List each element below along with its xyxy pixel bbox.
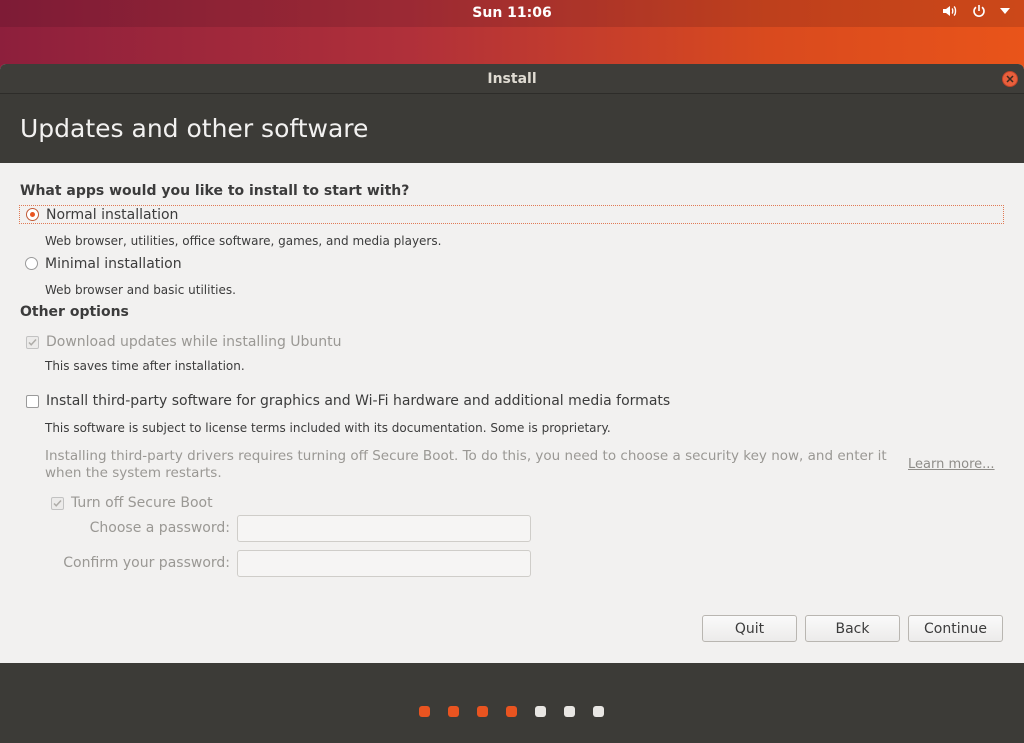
download-updates-checkbox[interactable]: Download updates while installing Ubuntu bbox=[26, 334, 342, 350]
installer-window: Install Updates and other software What … bbox=[0, 64, 1024, 743]
progress-dot bbox=[448, 706, 459, 717]
password-label: Choose a password: bbox=[89, 520, 230, 536]
system-tray[interactable] bbox=[942, 4, 1010, 18]
normal-installation-label: Normal installation bbox=[46, 206, 179, 223]
confirm-password-input[interactable] bbox=[237, 550, 531, 577]
back-button[interactable]: Back bbox=[805, 615, 900, 642]
window-titlebar[interactable]: Install bbox=[0, 64, 1024, 94]
progress-dots bbox=[419, 706, 604, 717]
secure-boot-checkbox[interactable]: Turn off Secure Boot bbox=[51, 495, 213, 511]
secure-boot-note-line-1: Installing third-party drivers requires … bbox=[45, 448, 887, 464]
page-header: Updates and other software bbox=[0, 94, 1024, 163]
learn-more-link[interactable]: Learn more... bbox=[908, 457, 995, 472]
download-updates-label: Download updates while installing Ubuntu bbox=[46, 334, 342, 350]
radio-selected-icon bbox=[26, 208, 39, 221]
window-title: Install bbox=[487, 71, 537, 87]
apps-question: What apps would you like to install to s… bbox=[20, 183, 410, 199]
secure-boot-note: Installing third-party drivers requires … bbox=[45, 448, 887, 482]
normal-installation-desc: Web browser, utilities, office software,… bbox=[45, 234, 442, 248]
chevron-down-icon[interactable] bbox=[1000, 8, 1010, 14]
confirm-password-label: Confirm your password: bbox=[63, 555, 230, 571]
normal-installation-radio[interactable]: Normal installation bbox=[19, 205, 1004, 224]
minimal-installation-desc: Web browser and basic utilities. bbox=[45, 283, 236, 297]
secure-boot-label: Turn off Secure Boot bbox=[71, 495, 213, 511]
minimal-installation-radio[interactable]: Minimal installation bbox=[19, 254, 1004, 273]
third-party-desc: This software is subject to license term… bbox=[45, 421, 611, 435]
download-updates-desc: This saves time after installation. bbox=[45, 359, 245, 373]
other-options-heading: Other options bbox=[20, 304, 129, 320]
main-content: What apps would you like to install to s… bbox=[0, 163, 1024, 663]
progress-dot bbox=[506, 706, 517, 717]
progress-footer bbox=[0, 663, 1024, 743]
quit-button[interactable]: Quit bbox=[702, 615, 797, 642]
progress-dot bbox=[419, 706, 430, 717]
progress-dot bbox=[593, 706, 604, 717]
minimal-installation-label: Minimal installation bbox=[45, 255, 182, 272]
page-title: Updates and other software bbox=[20, 114, 369, 143]
third-party-label: Install third-party software for graphic… bbox=[46, 393, 671, 409]
checkbox-empty-icon bbox=[26, 394, 39, 408]
close-icon bbox=[1006, 75, 1014, 83]
secure-boot-note-line-2: when the system restarts. bbox=[45, 465, 222, 481]
clock[interactable]: Sun 11:06 bbox=[0, 5, 1024, 21]
check-icon bbox=[51, 496, 64, 510]
third-party-checkbox[interactable]: Install third-party software for graphic… bbox=[26, 393, 670, 409]
progress-dot bbox=[535, 706, 546, 717]
power-icon[interactable] bbox=[972, 4, 986, 18]
volume-icon[interactable] bbox=[942, 4, 958, 18]
password-input[interactable] bbox=[237, 515, 531, 542]
top-panel: Sun 11:06 bbox=[0, 0, 1024, 27]
close-button[interactable] bbox=[1002, 71, 1018, 87]
radio-unselected-icon bbox=[25, 257, 38, 270]
check-icon bbox=[26, 335, 39, 349]
progress-dot bbox=[477, 706, 488, 717]
progress-dot bbox=[564, 706, 575, 717]
continue-button[interactable]: Continue bbox=[908, 615, 1003, 642]
